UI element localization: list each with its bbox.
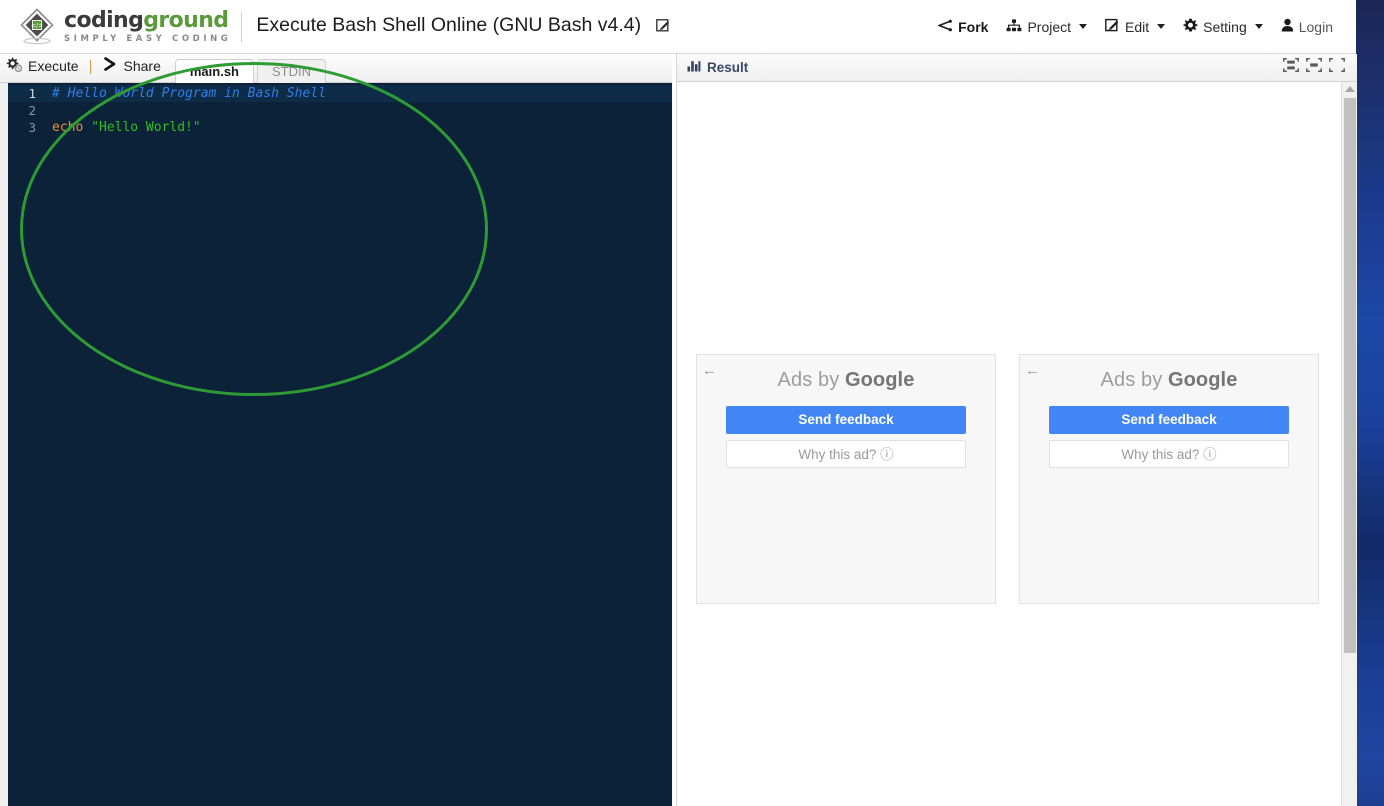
chevron-down-icon	[1254, 24, 1263, 29]
gear-icon	[1183, 18, 1198, 36]
menu-item-project[interactable]: Project	[997, 15, 1096, 39]
file-tabs: main.sh STDIN	[174, 54, 329, 83]
logo-text: codingground SIMPLY EASY CODING	[64, 7, 232, 44]
app-root: </> codingground SIMPLY EASY CODING Exec…	[0, 0, 1384, 806]
menu-item-fork[interactable]: Fork	[929, 15, 997, 39]
user-icon	[1281, 18, 1294, 35]
toolbar-separator: |	[88, 57, 93, 75]
code-line-3: echo "Hello World!"	[52, 119, 672, 136]
menu-label-project: Project	[1027, 18, 1072, 35]
tab-stdin[interactable]: STDIN	[256, 59, 326, 83]
share-arrow-icon	[103, 57, 118, 74]
why-this-ad-button[interactable]: Why this ad? ⓘ	[1049, 440, 1289, 468]
ad-back-arrow-icon[interactable]: ←	[1025, 363, 1040, 378]
editor-pane: Execute | Share main.sh STDIN 1 2 3 # He…	[0, 54, 672, 806]
diamond-logo-icon: </>	[18, 7, 56, 46]
menu-label-fork: Fork	[958, 18, 989, 35]
share-button[interactable]: Share	[97, 54, 167, 82]
page-title: Execute Bash Shell Online (GNU Bash v4.4…	[256, 14, 670, 39]
title-edit-icon[interactable]	[655, 16, 671, 39]
edit-pencil-icon	[1105, 18, 1120, 35]
browser-page: </> codingground SIMPLY EASY CODING Exec…	[0, 0, 1357, 806]
editor-toolbar: Execute | Share main.sh STDIN	[0, 54, 672, 83]
ad-back-arrow-icon[interactable]: ←	[702, 363, 717, 378]
menu-label-edit: Edit	[1125, 18, 1150, 35]
google-brand: Google	[844, 369, 915, 391]
ads-by-google-label: Ads by Google	[697, 369, 995, 392]
result-pane: Result ← Ads by Google Send feedback Why…	[676, 54, 1357, 806]
code-line-1: # Hello World Program in Bash Shell	[42, 85, 672, 102]
ads-by-prefix: Ads by	[1100, 369, 1168, 391]
line-number: 2	[28, 103, 36, 118]
gears-icon	[6, 57, 23, 75]
desktop-background	[1356, 0, 1384, 806]
menu-item-setting[interactable]: Setting	[1174, 14, 1272, 40]
header-divider	[241, 11, 243, 42]
page-title-text: Execute Bash Shell Online (GNU Bash v4.4…	[256, 14, 642, 36]
chevron-down-icon	[1079, 24, 1088, 29]
layout-maximize-icon[interactable]	[1329, 58, 1345, 77]
logo-word-ground: ground	[143, 7, 229, 33]
app-header: </> codingground SIMPLY EASY CODING Exec…	[0, 0, 1356, 54]
menu-item-edit[interactable]: Edit	[1096, 14, 1174, 39]
scrollbar-thumb[interactable]	[1344, 98, 1356, 653]
line-number: 1	[8, 85, 42, 102]
execute-button[interactable]: Execute	[0, 54, 85, 82]
ads-container: ← Ads by Google Send feedback Why this a…	[696, 354, 1319, 604]
code-comment: # Hello World Program in Bash Shell	[52, 86, 326, 101]
panel-layout-controls	[1283, 58, 1349, 77]
logo-tagline: SIMPLY EASY CODING	[64, 33, 232, 44]
code-keyword-echo: echo	[52, 120, 84, 135]
tab-label-main-sh: main.sh	[189, 64, 239, 79]
why-this-ad-button[interactable]: Why this ad? ⓘ	[726, 440, 966, 468]
line-number-gutter: 1 2 3	[8, 83, 42, 806]
ad-panel[interactable]: ← Ads by Google Send feedback Why this a…	[1019, 354, 1319, 604]
ads-by-google-label: Ads by Google	[1020, 369, 1318, 392]
logo[interactable]: </> codingground SIMPLY EASY CODING	[0, 0, 231, 54]
chevron-down-icon	[1157, 24, 1166, 29]
scroll-up-arrow-icon[interactable]	[1344, 86, 1355, 92]
code-string-literal: "Hello World!"	[91, 120, 201, 135]
tab-main-sh[interactable]: main.sh	[174, 59, 254, 83]
tab-label-stdin: STDIN	[271, 64, 311, 79]
line-number: 3	[28, 120, 36, 135]
result-scrollbar[interactable]	[1341, 82, 1357, 806]
menu-item-login[interactable]: Login	[1272, 14, 1342, 39]
layout-split-horizontal-icon[interactable]	[1283, 58, 1299, 77]
send-feedback-button[interactable]: Send feedback	[1049, 406, 1289, 434]
google-brand: Google	[1167, 369, 1238, 391]
svg-text:</>: </>	[31, 22, 43, 29]
ads-by-prefix: Ads by	[777, 369, 845, 391]
logo-word-coding: coding	[64, 7, 144, 33]
code-editor[interactable]: 1 2 3 # Hello World Program in Bash Shel…	[0, 83, 672, 806]
code-content[interactable]: # Hello World Program in Bash Shell echo…	[42, 83, 672, 806]
result-header: Result	[677, 54, 1357, 82]
result-title: Result	[707, 60, 749, 75]
menu-label-login: Login	[1298, 18, 1333, 35]
fork-icon	[937, 19, 953, 35]
execute-label: Execute	[28, 57, 79, 74]
menu-label-setting: Setting	[1203, 18, 1247, 35]
layout-single-pane-icon[interactable]	[1306, 58, 1322, 77]
ad-panel[interactable]: ← Ads by Google Send feedback Why this a…	[696, 354, 996, 604]
editor-left-strip	[0, 83, 8, 806]
bar-chart-icon	[687, 59, 701, 77]
project-sitemap-icon	[1006, 18, 1022, 35]
send-feedback-button[interactable]: Send feedback	[726, 406, 966, 434]
header-menu: Fork Project Edit Setting Login	[929, 14, 1356, 40]
result-output[interactable]: ← Ads by Google Send feedback Why this a…	[677, 82, 1357, 806]
share-label: Share	[123, 57, 161, 74]
